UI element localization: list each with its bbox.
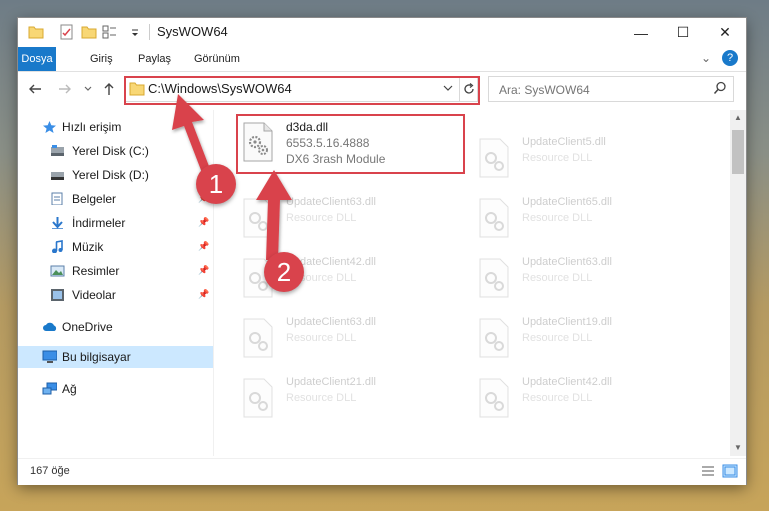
nav-item-label: Müzik — [72, 240, 104, 254]
file-item[interactable]: UpdateClient21.dll Resource DLL — [236, 372, 456, 426]
drive-icon — [51, 145, 64, 156]
properties-icon[interactable] — [59, 24, 75, 40]
file-name: UpdateClient63.dll — [522, 256, 612, 268]
search-box[interactable] — [488, 76, 734, 102]
file-item[interactable]: UpdateClient63.dll Resource DLL — [236, 312, 456, 366]
large-icons-view-icon[interactable] — [722, 464, 738, 478]
title-divider — [149, 24, 150, 40]
details-view-icon[interactable] — [700, 464, 716, 478]
dll-file-icon — [479, 258, 509, 298]
star-icon — [43, 121, 56, 133]
dll-file-icon — [243, 378, 273, 418]
minimize-button[interactable]: — — [620, 18, 662, 47]
file-item[interactable]: UpdateClient19.dll Resource DLL — [472, 312, 692, 366]
dll-file-icon — [479, 318, 509, 358]
back-icon[interactable] — [28, 82, 42, 96]
folder-icon[interactable] — [28, 24, 44, 40]
nav-item-label: Yerel Disk (C:) — [72, 144, 149, 158]
drive-icon — [51, 172, 64, 180]
annotation-arrows — [172, 94, 292, 260]
tab-home[interactable]: Giriş — [80, 47, 123, 71]
recent-locations-icon[interactable] — [84, 85, 92, 93]
cloud-icon — [43, 322, 57, 331]
quick-access-dropdown-icon[interactable] — [130, 24, 140, 40]
file-description: Resource DLL — [522, 152, 593, 164]
title-bar: SysWOW64 — ☐ ✕ — [18, 18, 746, 47]
scroll-up-icon[interactable]: ▲ — [730, 110, 746, 126]
download-icon — [52, 217, 63, 229]
tab-view[interactable]: Görünüm — [184, 47, 250, 71]
maximize-button[interactable]: ☐ — [662, 18, 704, 47]
help-icon[interactable]: ? — [722, 50, 738, 66]
scroll-down-icon[interactable]: ▼ — [730, 440, 746, 456]
dll-file-icon — [243, 318, 273, 358]
file-description: Resource DLL — [286, 392, 357, 404]
nav-item-label: İndirmeler — [72, 216, 126, 230]
file-item[interactable]: UpdateClient63.dll Resource DLL — [472, 252, 692, 306]
window-title: SysWOW64 — [157, 24, 228, 39]
computer-icon — [42, 350, 57, 363]
file-item[interactable]: UpdateClient5.dll Resource DLL — [472, 132, 692, 186]
status-bar: 167 öğe — [18, 458, 746, 485]
ribbon-tabs: Dosya Giriş Paylaş Görünüm ⌄ ? — [18, 47, 746, 72]
new-folder-icon[interactable] — [81, 24, 97, 40]
item-count: 167 öğe — [30, 465, 70, 477]
file-name: UpdateClient63.dll — [286, 316, 376, 328]
nav-item-label: OneDrive — [62, 320, 113, 334]
up-icon[interactable] — [102, 82, 116, 96]
nav-item-label: Resimler — [72, 264, 120, 278]
dll-file-icon — [479, 138, 509, 178]
customize-toolbar-icon[interactable] — [102, 24, 120, 40]
nav-item-label: Belgeler — [72, 192, 117, 206]
nav-item-label: Ağ — [62, 382, 77, 396]
nav-item-onedrive[interactable]: OneDrive — [18, 316, 213, 338]
search-icon[interactable] — [713, 81, 727, 95]
file-description: Resource DLL — [522, 332, 593, 344]
file-name: UpdateClient21.dll — [286, 376, 376, 388]
videos-icon — [51, 289, 64, 301]
search-input[interactable] — [497, 80, 706, 99]
ribbon-expand-icon[interactable]: ⌄ — [701, 51, 711, 65]
dll-file-icon — [479, 378, 509, 418]
file-name: UpdateClient5.dll — [522, 136, 606, 148]
file-name: UpdateClient19.dll — [522, 316, 612, 328]
scroll-thumb[interactable] — [732, 130, 744, 174]
arrow-step-2 — [256, 170, 292, 260]
tab-share[interactable]: Paylaş — [128, 47, 181, 71]
pin-icon[interactable]: 📌 — [198, 289, 209, 300]
file-item[interactable]: UpdateClient65.dll Resource DLL — [472, 192, 692, 246]
file-description: Resource DLL — [286, 332, 357, 344]
tab-file[interactable]: Dosya — [18, 47, 56, 71]
file-name: UpdateClient65.dll — [522, 196, 612, 208]
step-1-badge: 1 — [196, 164, 236, 204]
network-icon — [42, 382, 57, 395]
file-name: UpdateClient42.dll — [522, 376, 612, 388]
documents-icon — [51, 192, 63, 205]
nav-item-label: Bu bilgisayar — [62, 350, 131, 364]
vertical-scrollbar[interactable]: ▲ ▼ — [730, 110, 746, 456]
file-description: Resource DLL — [522, 272, 593, 284]
nav-item-videos[interactable]: Videolar 📌 — [18, 284, 213, 306]
dll-file-icon — [479, 198, 509, 238]
file-description: Resource DLL — [522, 212, 593, 224]
nav-item-network[interactable]: Ağ — [18, 378, 213, 400]
close-button[interactable]: ✕ — [704, 18, 746, 47]
forward-icon[interactable] — [58, 82, 72, 96]
nav-item-label: Videolar — [72, 288, 116, 302]
nav-item-label: Yerel Disk (D:) — [72, 168, 149, 182]
pictures-icon — [50, 265, 65, 277]
nav-item-label: Hızlı erişim — [62, 120, 122, 134]
file-item[interactable]: UpdateClient42.dll Resource DLL — [472, 372, 692, 426]
nav-item-this-pc[interactable]: Bu bilgisayar — [18, 346, 213, 368]
music-icon — [52, 240, 63, 253]
step-2-badge: 2 — [264, 252, 304, 292]
file-description: Resource DLL — [522, 392, 593, 404]
